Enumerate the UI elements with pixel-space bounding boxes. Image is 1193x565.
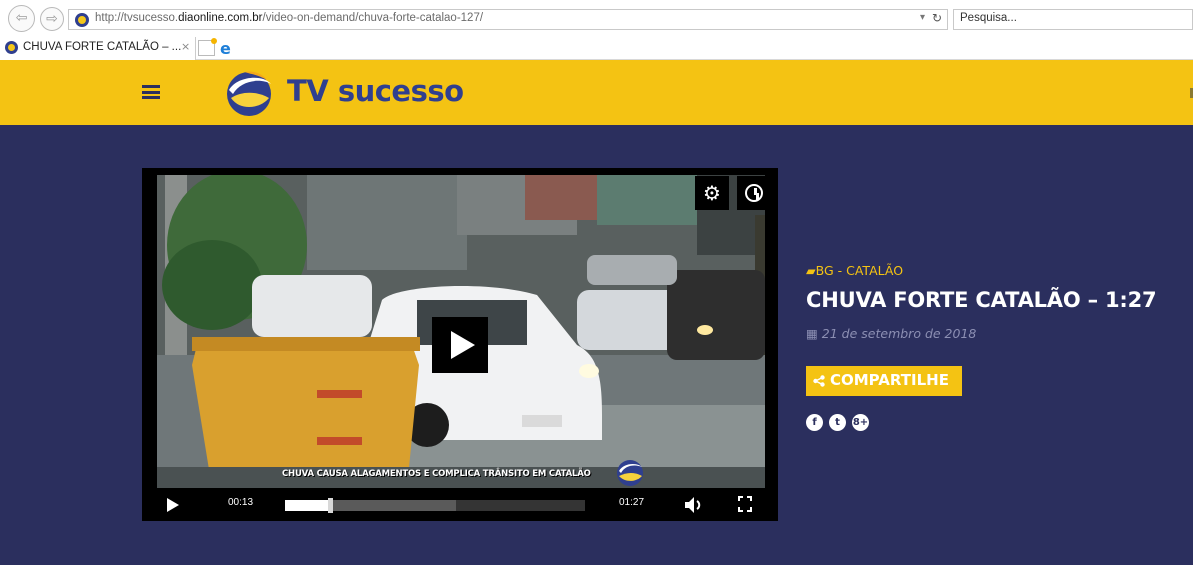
folder-icon: ▰ — [806, 263, 816, 278]
current-time: 00:13 — [228, 497, 254, 508]
fullscreen-icon[interactable] — [738, 496, 752, 512]
share-button[interactable]: COMPARTILHE — [806, 366, 962, 396]
refresh-icon[interactable]: ↻ — [932, 11, 942, 25]
tab-title: CHUVA FORTE CATALÃO – ... — [23, 41, 182, 53]
tab-active[interactable]: CHUVA FORTE CATALÃO – ... × — [0, 37, 196, 60]
main-content: CHUVA CAUSA ALAGAMENTOS E COMPLICA TRÂNS… — [0, 125, 1193, 565]
play-button[interactable] — [167, 498, 179, 512]
site-header: TV sucesso — [0, 60, 1193, 125]
search-input[interactable]: Pesquisa... — [953, 9, 1193, 30]
tab-favicon-icon — [5, 41, 18, 54]
share-label: COMPARTILHE — [830, 371, 949, 389]
player-controls: 00:13 01:27 — [142, 488, 778, 521]
browser-toolbar: ⇦ ⇨ http://tvsucesso.diaonline.com.br/vi… — [0, 0, 1193, 37]
publish-date: ▦ 21 de setembro de 2018 — [806, 326, 976, 341]
forward-button[interactable]: ⇨ — [40, 7, 64, 31]
tab-strip: CHUVA FORTE CATALÃO – ... × e — [0, 37, 1193, 60]
internet-explorer-icon[interactable]: e — [220, 39, 231, 58]
progress-handle[interactable] — [328, 498, 333, 513]
url-domain: diaonline.com.br — [178, 12, 263, 24]
back-button[interactable]: ⇦ — [8, 5, 35, 32]
progress-bar[interactable] — [285, 498, 585, 513]
played-bar — [285, 500, 330, 511]
site-favicon-icon — [75, 13, 89, 27]
settings-button[interactable]: ⚙ — [695, 176, 729, 210]
logo-text[interactable]: TV sucesso — [287, 74, 464, 108]
forward-arrow-icon: ⇨ — [46, 11, 58, 27]
volume-icon[interactable] — [684, 496, 704, 514]
search-placeholder: Pesquisa... — [960, 12, 1017, 24]
calendar-icon: ▦ — [806, 326, 818, 341]
gear-icon: ⚙ — [703, 181, 721, 205]
watch-later-button[interactable] — [737, 176, 771, 210]
big-play-button[interactable] — [432, 317, 488, 373]
video-title: CHUVA FORTE CATALÃO – 1:27 — [806, 288, 1157, 312]
video-player[interactable]: CHUVA CAUSA ALAGAMENTOS E COMPLICA TRÂNS… — [142, 168, 778, 521]
url-prefix: http://tvsucesso. — [95, 12, 179, 24]
menu-icon[interactable] — [142, 85, 160, 99]
logo-mark-icon[interactable] — [223, 68, 275, 118]
publish-date-text: 21 de setembro de 2018 — [821, 326, 977, 341]
total-time: 01:27 — [619, 497, 645, 508]
url-text[interactable]: http://tvsucesso.diaonline.com.br/video-… — [95, 12, 483, 24]
category-link[interactable]: ▰BG - CATALÃO — [806, 263, 903, 278]
google-plus-share-icon[interactable]: 8+ — [852, 414, 869, 431]
back-arrow-icon: ⇦ — [15, 10, 28, 26]
video-caption: CHUVA CAUSA ALAGAMENTOS E COMPLICA TRÂNS… — [282, 469, 591, 479]
category-text: BG - CATALÃO — [815, 263, 904, 278]
new-tab-button[interactable] — [198, 38, 217, 56]
share-icon — [813, 375, 825, 387]
twitter-share-icon[interactable]: t — [829, 414, 846, 431]
tab-close-icon[interactable]: × — [181, 40, 190, 53]
address-dropdown-icon[interactable]: ▾ — [920, 12, 925, 23]
address-bar[interactable]: http://tvsucesso.diaonline.com.br/video-… — [68, 9, 948, 30]
facebook-share-icon[interactable]: f — [806, 414, 823, 431]
url-path: /video-on-demand/chuva-forte-catalao-127… — [262, 12, 484, 24]
